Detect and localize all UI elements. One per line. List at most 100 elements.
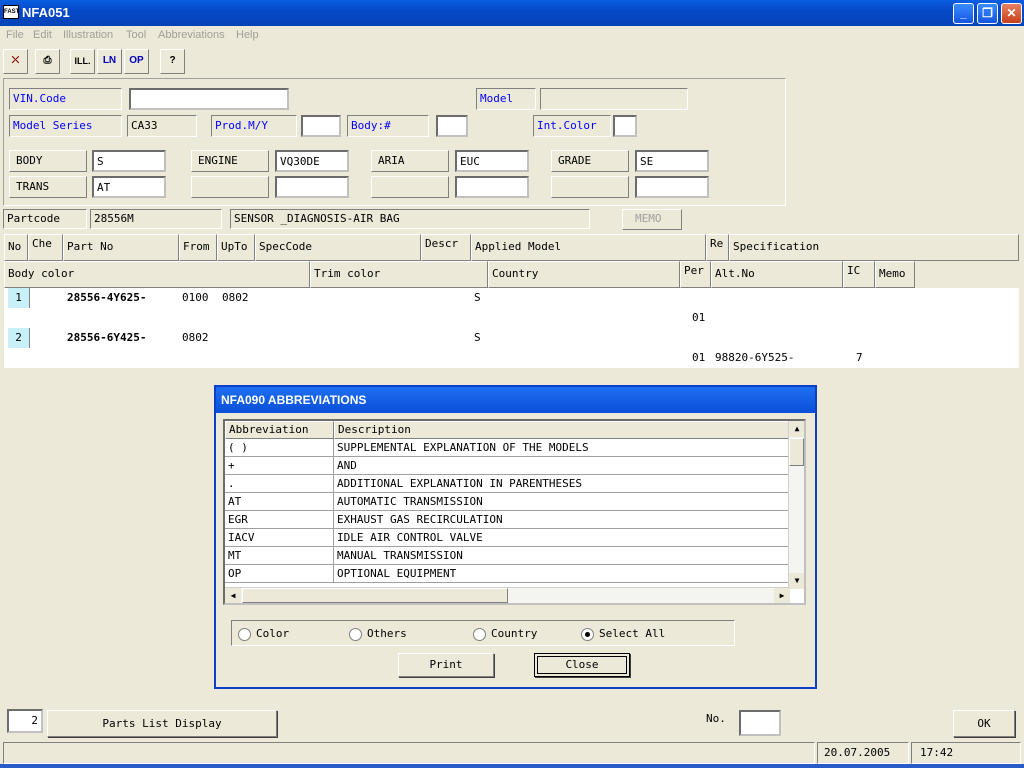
- abbreviation-cell: EGR: [228, 513, 248, 526]
- restore-button[interactable]: ❐: [977, 3, 998, 24]
- col-no[interactable]: No: [4, 234, 28, 261]
- abbreviation-cell: MT: [228, 549, 242, 562]
- body-no-label: Body:#: [347, 115, 429, 137]
- col-memo[interactable]: Memo: [875, 261, 915, 288]
- from-cell: 0802: [182, 331, 209, 344]
- list-item[interactable]: OP OPTIONAL EQUIPMENT: [225, 565, 790, 583]
- empty-input-2[interactable]: [455, 176, 529, 198]
- description-cell: AUTOMATIC TRANSMISSION: [337, 495, 483, 508]
- int-color-input[interactable]: [613, 115, 637, 137]
- col-description[interactable]: Description: [334, 421, 790, 439]
- menu-tool[interactable]: Tool: [126, 29, 146, 41]
- count-field[interactable]: 2: [7, 709, 43, 733]
- abbreviation-cell: AT: [228, 495, 242, 508]
- radio-others[interactable]: Others: [349, 626, 407, 642]
- applied-model-cell: S: [474, 291, 481, 304]
- menu-edit[interactable]: Edit: [33, 29, 52, 41]
- vertical-scrollbar[interactable]: ▲ ▼: [788, 421, 804, 589]
- col-abbreviation[interactable]: Abbreviation: [225, 421, 334, 439]
- menu-illustration[interactable]: Illustration: [63, 29, 113, 41]
- no-input[interactable]: [739, 710, 781, 736]
- col-che[interactable]: Che: [28, 234, 63, 261]
- list-item[interactable]: + AND: [225, 457, 790, 475]
- prod-my-input[interactable]: [301, 115, 341, 137]
- title-bar[interactable]: FAST NFA051 _ ❐ ✕: [0, 0, 1024, 26]
- list-item[interactable]: MT MANUAL TRANSMISSION: [225, 547, 790, 565]
- abbreviation-cell: IACV: [228, 531, 255, 544]
- radio-color[interactable]: Color: [238, 626, 289, 642]
- radio-select-all[interactable]: Select All: [581, 626, 665, 642]
- empty-label-3: [551, 176, 629, 198]
- app-icon: FAST: [3, 5, 19, 19]
- list-item[interactable]: AT AUTOMATIC TRANSMISSION: [225, 493, 790, 511]
- no-label: No.: [706, 712, 726, 725]
- memo-button[interactable]: MEMO: [622, 209, 682, 230]
- vin-input[interactable]: [129, 88, 289, 110]
- col-part-no[interactable]: Part No: [63, 234, 179, 261]
- body-input[interactable]: S: [92, 150, 166, 172]
- trans-input[interactable]: AT: [92, 176, 166, 198]
- scroll-up-icon[interactable]: ▲: [789, 421, 804, 437]
- dialog-title[interactable]: NFA090 ABBREVIATIONS: [216, 387, 815, 413]
- menu-file[interactable]: File: [6, 29, 24, 41]
- body-no-input[interactable]: [436, 115, 468, 137]
- illustration-icon[interactable]: ILL.: [70, 49, 95, 74]
- col-descr[interactable]: Descr: [421, 234, 471, 261]
- ic-cell: 7: [856, 351, 863, 364]
- grade-input[interactable]: SE: [635, 150, 709, 172]
- exit-icon[interactable]: ⛌: [3, 49, 28, 74]
- menu-bar: File Edit Illustration Tool Abbreviation…: [0, 26, 1024, 45]
- upto-cell: 0802: [222, 291, 249, 304]
- op-icon[interactable]: OP: [124, 49, 149, 74]
- empty-input-3[interactable]: [635, 176, 709, 198]
- col-alt-no[interactable]: Alt.No: [711, 261, 843, 288]
- ok-button[interactable]: OK: [953, 710, 1015, 737]
- status-bar-main: [3, 742, 815, 764]
- part-description-field: SENSOR _DIAGNOSIS-AIR BAG: [230, 209, 590, 229]
- scroll-left-icon[interactable]: ◀: [225, 588, 241, 603]
- menu-abbreviations[interactable]: Abbreviations: [158, 29, 225, 41]
- list-item[interactable]: EGR EXHAUST GAS RECIRCULATION: [225, 511, 790, 529]
- col-applied-model[interactable]: Applied Model: [471, 234, 706, 261]
- col-body-color[interactable]: Body color: [4, 261, 310, 288]
- taskbar-edge: [0, 764, 1024, 768]
- model-label: Model: [476, 88, 536, 110]
- menu-help[interactable]: Help: [236, 29, 259, 41]
- empty-label-2: [371, 176, 449, 198]
- minimize-button[interactable]: _: [953, 3, 974, 24]
- description-cell: SUPPLEMENTAL EXPLANATION OF THE MODELS: [337, 441, 589, 454]
- status-time: 17:42: [911, 742, 1021, 764]
- close-window-button[interactable]: ✕: [1001, 3, 1022, 24]
- list-item[interactable]: IACV IDLE AIR CONTROL VALVE: [225, 529, 790, 547]
- ln-icon[interactable]: LN: [97, 49, 122, 74]
- description-cell: ADDITIONAL EXPLANATION IN PARENTHESES: [337, 477, 583, 490]
- col-from[interactable]: From: [179, 234, 217, 261]
- col-country[interactable]: Country: [488, 261, 680, 288]
- empty-input-1[interactable]: [275, 176, 349, 198]
- col-specification[interactable]: Specification: [729, 234, 1019, 261]
- col-ic[interactable]: IC: [843, 261, 875, 288]
- close-button[interactable]: Close: [534, 653, 630, 677]
- aria-input[interactable]: EUC: [455, 150, 529, 172]
- list-item[interactable]: . ADDITIONAL EXPLANATION IN PARENTHESES: [225, 475, 790, 493]
- col-per[interactable]: Per: [680, 261, 711, 288]
- toolbar: ⛌ ⎙ ILL. LN OP ?: [0, 47, 1024, 77]
- list-item[interactable]: ( ) SUPPLEMENTAL EXPLANATION OF THE MODEL…: [225, 439, 790, 457]
- col-upto[interactable]: UpTo: [217, 234, 255, 261]
- col-trim-color[interactable]: Trim color: [310, 261, 488, 288]
- scroll-down-icon[interactable]: ▼: [789, 573, 804, 589]
- print-button[interactable]: Print: [398, 653, 494, 677]
- vertical-scroll-thumb[interactable]: [789, 438, 804, 466]
- engine-input[interactable]: VQ30DE: [275, 150, 349, 172]
- part-no-cell: 28556-4Y625-: [67, 291, 147, 304]
- col-speccode[interactable]: SpecCode: [255, 234, 421, 261]
- col-re[interactable]: Re: [706, 234, 729, 261]
- print-icon[interactable]: ⎙: [35, 49, 60, 74]
- help-icon[interactable]: ?: [160, 49, 185, 74]
- parts-list-display-button[interactable]: Parts List Display: [47, 710, 277, 737]
- scroll-right-icon[interactable]: ▶: [774, 588, 790, 603]
- horizontal-scroll-thumb[interactable]: [242, 588, 508, 603]
- radio-country[interactable]: Country: [473, 626, 537, 642]
- horizontal-scrollbar[interactable]: ◀ ▶: [225, 587, 790, 603]
- abbreviations-dialog: NFA090 ABBREVIATIONS Abbreviation Descri…: [214, 385, 817, 689]
